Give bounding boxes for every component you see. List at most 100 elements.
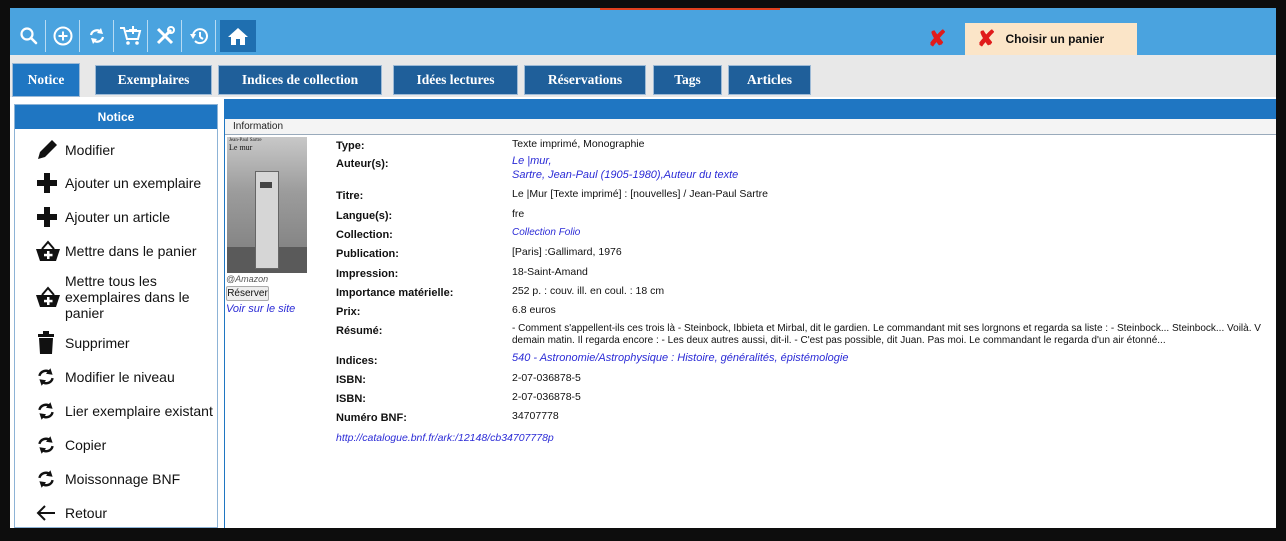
site-link[interactable]: Voir sur le site — [226, 303, 295, 315]
field-importance-label: Importance matérielle: — [336, 287, 454, 299]
field-impression-value: 18-Saint-Amand — [512, 266, 588, 278]
field-impression-label: Impression: — [336, 268, 399, 280]
field-titre-label: Titre: — [336, 190, 364, 202]
basket-icon — [35, 239, 65, 263]
red-x-icon: ✘ — [928, 26, 947, 51]
sidebar-item-copier[interactable]: Copier — [15, 428, 217, 462]
sidebar-item-modifier-niveau[interactable]: Modifier le niveau — [15, 360, 217, 394]
tab-articles[interactable]: Articles — [728, 65, 811, 95]
choose-cart-label: Choisir un panier — [1005, 32, 1105, 46]
tab-indices-collection[interactable]: Indices de collection — [218, 65, 382, 95]
sidebar-item-ajouter-article[interactable]: Ajouter un article — [15, 200, 217, 234]
field-isbn2-value: 2-07-036878-5 — [512, 391, 581, 403]
field-auteur-link-1[interactable]: Le |mur, — [512, 155, 552, 167]
sidebar-item-modifier[interactable]: Modifier — [15, 133, 217, 166]
sidebar-item-retour[interactable]: Retour — [15, 496, 217, 528]
sidebar: Notice Modifier Ajouter un exemplaire Aj… — [14, 104, 218, 528]
tab-reservations[interactable]: Réservations — [524, 65, 646, 95]
field-collection-link[interactable]: Collection Folio — [512, 227, 580, 238]
cart-icon — [119, 25, 143, 47]
field-resume-label: Résumé: — [336, 325, 383, 337]
sidebar-item-label: Supprimer — [65, 335, 130, 351]
cover-title: Le mur — [229, 143, 253, 152]
app-window: ✘ ✘ Choisir un panier Notice Exemplaires… — [10, 8, 1276, 528]
sidebar-item-mettre-panier[interactable]: Mettre dans le panier — [15, 234, 217, 268]
field-resume-line-2: demain matin. Il regarda encore : - Les … — [512, 335, 1166, 346]
field-auteur-link-2[interactable]: Sartre, Jean-Paul (1905-1980),Auteur du … — [512, 169, 738, 181]
cart-clear[interactable]: ✘ — [928, 23, 946, 55]
sidebar-item-mettre-tous-panier[interactable]: Mettre tous les exemplaires dans le pani… — [15, 268, 217, 326]
red-x-icon: ✘ — [977, 26, 996, 51]
sidebar-item-moissonnage-bnf[interactable]: Moissonnage BNF — [15, 462, 217, 496]
sidebar-item-label: Modifier le niveau — [65, 369, 175, 385]
sidebar-item-label: Moissonnage BNF — [65, 471, 181, 487]
field-type-label: Type: — [336, 140, 365, 152]
refresh-button[interactable] — [80, 20, 114, 52]
sidebar-title: Notice — [15, 105, 217, 129]
pencil-icon — [35, 138, 65, 162]
field-resume-line-1: - Comment s'appellent-ils ces trois là -… — [512, 323, 1261, 334]
refresh-icon — [35, 468, 65, 490]
toolbar — [12, 20, 256, 52]
choose-cart-button[interactable]: ✘ Choisir un panier — [965, 23, 1137, 55]
field-publication-value: [Paris] :Gallimard, 1976 — [512, 246, 622, 258]
field-isbn1-label: ISBN: — [336, 374, 366, 386]
field-isbn2-label: ISBN: — [336, 393, 366, 405]
sidebar-item-label: Ajouter un article — [65, 209, 171, 225]
top-red-line — [600, 8, 780, 10]
plus-icon — [35, 205, 65, 229]
field-collection-label: Collection: — [336, 229, 393, 241]
tab-idees-lectures[interactable]: Idées lectures — [393, 65, 518, 95]
sidebar-item-label: Modifier — [65, 141, 115, 158]
history-icon — [188, 25, 210, 47]
content-divider — [224, 99, 225, 528]
field-publication-label: Publication: — [336, 248, 399, 260]
tab-tags[interactable]: Tags — [653, 65, 722, 95]
add-button[interactable] — [46, 20, 80, 52]
plus-icon — [35, 171, 65, 195]
field-bnf-label: Numéro BNF: — [336, 412, 407, 424]
tools-icon — [154, 25, 176, 47]
arrow-left-icon — [35, 503, 65, 523]
add-circle-icon — [52, 25, 74, 47]
home-button[interactable] — [220, 20, 256, 52]
field-prix-label: Prix: — [336, 306, 361, 318]
field-titre-value: Le |Mur [Texte imprimé] : [nouvelles] / … — [512, 188, 768, 200]
history-button[interactable] — [182, 20, 216, 52]
window-frame: ✘ ✘ Choisir un panier Notice Exemplaires… — [0, 0, 1286, 541]
refresh-icon — [35, 400, 65, 422]
field-indices-label: Indices: — [336, 355, 378, 367]
information-tab[interactable]: Information — [225, 119, 1276, 135]
tab-exemplaires[interactable]: Exemplaires — [95, 65, 212, 95]
search-button[interactable] — [12, 20, 46, 52]
field-auteur-label: Auteur(s): — [336, 158, 389, 170]
sidebar-item-ajouter-exemplaire[interactable]: Ajouter un exemplaire — [15, 166, 217, 200]
refresh-icon — [87, 26, 107, 46]
tools-button[interactable] — [148, 20, 182, 52]
field-langue-label: Langue(s): — [336, 210, 393, 222]
bnf-catalogue-link[interactable]: http://catalogue.bnf.fr/ark:/12148/cb347… — [336, 432, 554, 444]
sidebar-item-supprimer[interactable]: Supprimer — [15, 326, 217, 360]
trash-icon — [35, 331, 65, 355]
cover-door — [255, 171, 279, 269]
basket-icon — [35, 285, 65, 309]
information-tab-label: Information — [233, 121, 284, 132]
sidebar-item-label: Mettre tous les exemplaires dans le pani… — [65, 273, 190, 321]
sidebar-item-label: Mettre dans le panier — [65, 243, 197, 259]
field-indices-link[interactable]: 540 - Astronomie/Astrophysique : Histoir… — [512, 352, 848, 364]
book-cover: Jean-Paul Sartre Le mur — [227, 137, 307, 273]
field-bnf-value: 34707778 — [512, 410, 559, 422]
content-header-bar — [225, 99, 1276, 119]
field-langue-value: fre — [512, 208, 525, 220]
sidebar-item-label: Ajouter un exemplaire — [65, 175, 202, 191]
field-isbn1-value: 2-07-036878-5 — [512, 372, 581, 384]
cover-credit: @Amazon — [226, 274, 269, 284]
sidebar-item-lier-exemplaire[interactable]: Lier exemplaire existant — [15, 394, 217, 428]
cart-button[interactable] — [114, 20, 148, 52]
reserve-button[interactable]: Réserver — [226, 286, 269, 301]
tab-notice[interactable]: Notice — [12, 63, 80, 97]
sidebar-menu: Modifier Ajouter un exemplaire Ajouter u… — [15, 133, 217, 528]
search-icon — [19, 26, 39, 46]
sidebar-item-label: Copier — [65, 437, 107, 453]
refresh-icon — [35, 434, 65, 456]
